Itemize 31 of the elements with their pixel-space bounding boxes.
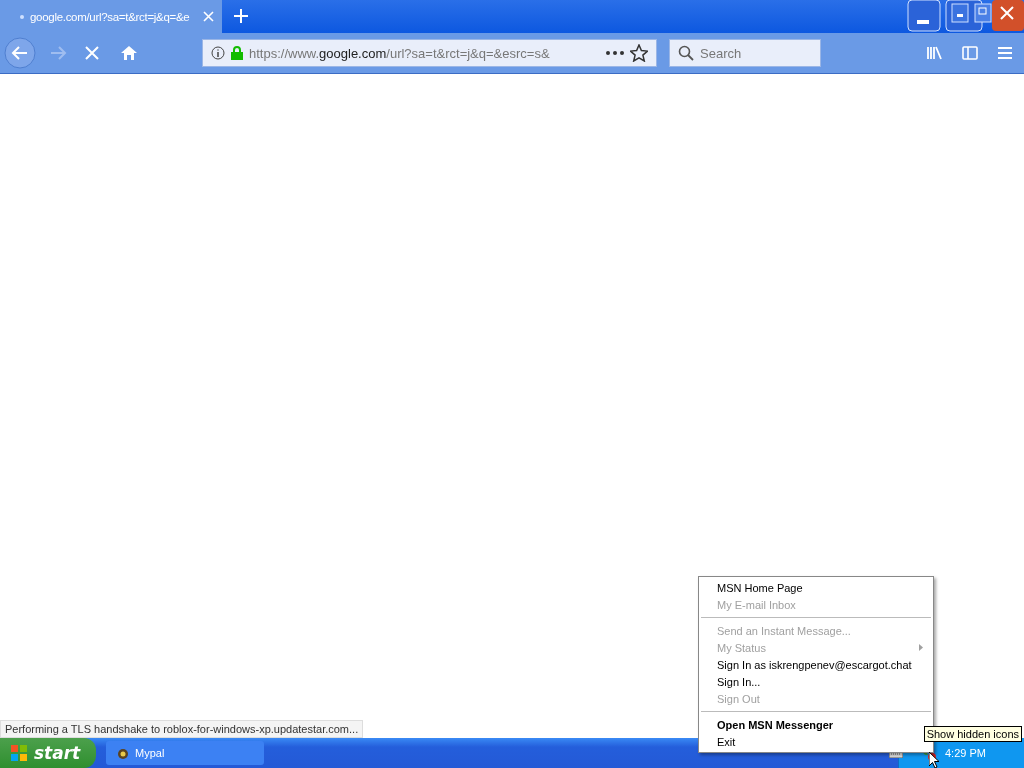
library-icon[interactable]	[926, 46, 942, 60]
taskbar-task[interactable]: Mypal	[106, 741, 264, 765]
menu-item[interactable]: MSN Home Page	[699, 579, 933, 596]
menu-icon[interactable]	[998, 47, 1012, 59]
home-icon[interactable]	[120, 44, 138, 62]
more-icon[interactable]	[606, 51, 624, 55]
star-icon[interactable]	[630, 44, 648, 62]
sidebar-icon[interactable]	[962, 46, 978, 60]
clock[interactable]: 4:29 PM	[945, 747, 986, 759]
search-field[interactable]: Search	[669, 39, 821, 67]
app-icon	[116, 746, 130, 760]
window-controls-drawing[interactable]	[906, 0, 1024, 33]
search-icon	[678, 45, 694, 61]
search-placeholder: Search	[700, 45, 742, 61]
lock-icon	[231, 46, 243, 60]
tooltip: Show hidden icons	[923, 726, 1022, 742]
status-text: Performing a TLS handshake to roblox-for-windows-xp.updatestar.com...	[0, 720, 364, 738]
new-tab-icon[interactable]	[234, 9, 248, 23]
start-button[interactable]: start	[0, 738, 96, 768]
back-icon[interactable]	[4, 37, 36, 69]
loading-dot-icon	[20, 14, 24, 19]
stop-icon[interactable]	[84, 45, 100, 61]
windows-logo-icon	[10, 744, 28, 762]
url-text: https://www.google.com/url?sa=t&rct=j&q=&esrc=s&	[249, 45, 551, 61]
menu-item[interactable]: Sign In as iskrengpenev@escargot.chat	[699, 656, 933, 673]
info-icon[interactable]	[211, 46, 225, 60]
close-icon[interactable]	[203, 11, 214, 22]
address-bar[interactable]: https://www.google.com/url?sa=t&rct=j&q=&esrc=s&	[202, 39, 657, 67]
browser-tab[interactable]: google.com/url?sa=t&rct=j&q=&e	[0, 0, 222, 33]
menu-item[interactable]: Sign In...	[699, 673, 933, 690]
tab-title: google.com/url?sa=t&rct=j&q=&e	[30, 10, 191, 23]
